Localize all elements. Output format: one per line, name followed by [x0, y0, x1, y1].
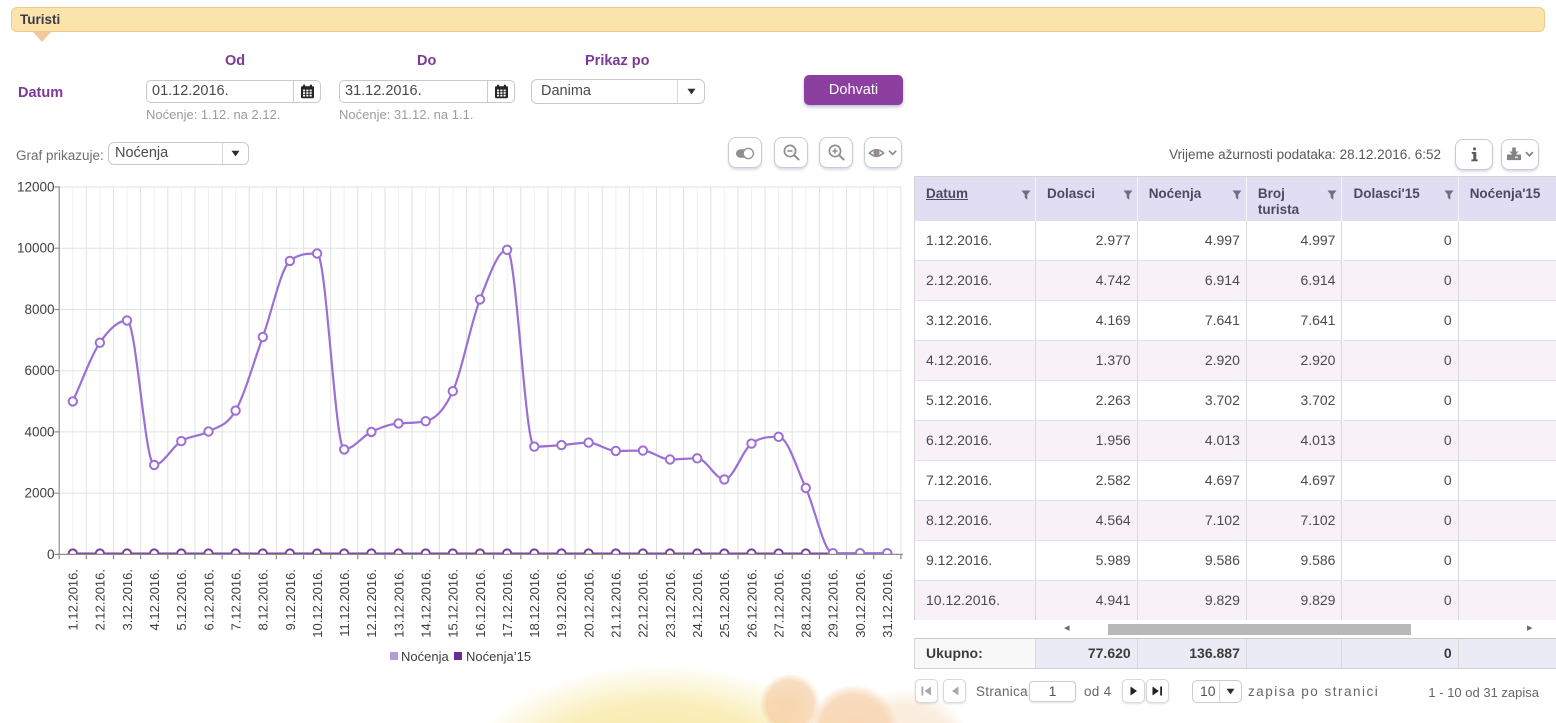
svg-text:6.12.2016.: 6.12.2016.	[201, 569, 216, 630]
svg-text:5.12.2016.: 5.12.2016.	[174, 569, 189, 630]
svg-text:12000: 12000	[17, 180, 55, 195]
svg-text:16.12.2016.: 16.12.2016.	[473, 569, 488, 638]
svg-text:7.12.2016.: 7.12.2016.	[228, 569, 243, 630]
svg-text:13.12.2016.: 13.12.2016.	[391, 569, 406, 638]
svg-text:10.12.2016.: 10.12.2016.	[310, 569, 325, 638]
svg-text:27.12.2016.: 27.12.2016.	[771, 569, 786, 638]
svg-text:25.12.2016.: 25.12.2016.	[717, 569, 732, 638]
svg-text:6000: 6000	[24, 363, 54, 378]
svg-text:3.12.2016.: 3.12.2016.	[120, 569, 135, 630]
svg-text:2000: 2000	[24, 486, 54, 501]
svg-text:1.12.2016.: 1.12.2016.	[66, 569, 81, 630]
svg-text:28.12.2016.: 28.12.2016.	[799, 569, 814, 638]
svg-text:24.12.2016.: 24.12.2016.	[690, 569, 705, 638]
svg-text:23.12.2016.: 23.12.2016.	[663, 569, 678, 638]
svg-text:2.12.2016.: 2.12.2016.	[93, 569, 108, 630]
svg-text:29.12.2016.: 29.12.2016.	[826, 569, 841, 638]
svg-text:4.12.2016.: 4.12.2016.	[147, 569, 162, 630]
svg-text:19.12.2016.: 19.12.2016.	[554, 569, 569, 638]
svg-text:17.12.2016.: 17.12.2016.	[500, 569, 515, 638]
svg-text:31.12.2016.: 31.12.2016.	[880, 569, 895, 638]
svg-text:22.12.2016.: 22.12.2016.	[636, 569, 651, 638]
svg-text:14.12.2016.: 14.12.2016.	[419, 569, 434, 638]
svg-text:21.12.2016.: 21.12.2016.	[609, 569, 624, 638]
svg-text:0: 0	[47, 547, 55, 562]
svg-text:8.12.2016.: 8.12.2016.	[256, 569, 271, 630]
svg-text:26.12.2016.: 26.12.2016.	[744, 569, 759, 638]
svg-text:11.12.2016.: 11.12.2016.	[337, 569, 352, 637]
svg-text:18.12.2016.: 18.12.2016.	[527, 569, 542, 638]
svg-text:4000: 4000	[24, 424, 54, 439]
svg-text:12.12.2016.: 12.12.2016.	[364, 569, 379, 638]
svg-text:30.12.2016.: 30.12.2016.	[853, 569, 868, 638]
svg-text:8000: 8000	[24, 302, 54, 317]
svg-text:15.12.2016.: 15.12.2016.	[446, 569, 461, 638]
svg-text:9.12.2016.: 9.12.2016.	[283, 569, 298, 630]
svg-text:10000: 10000	[17, 241, 55, 256]
svg-text:20.12.2016.: 20.12.2016.	[581, 569, 596, 638]
